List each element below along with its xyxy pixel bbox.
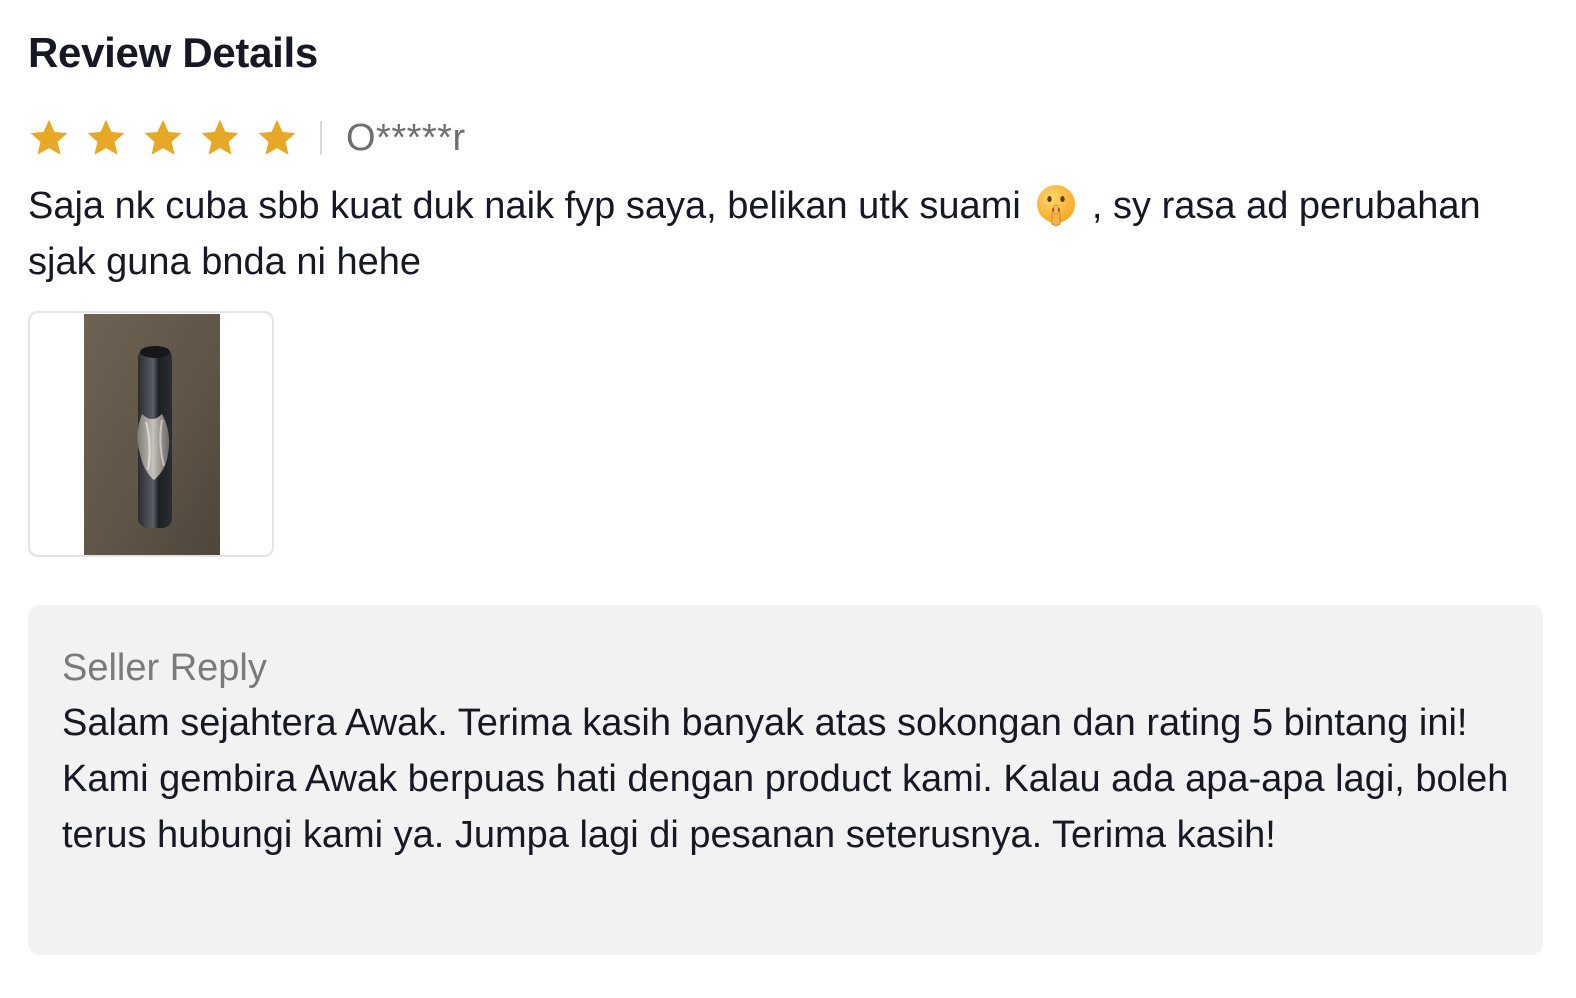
reviewer-name: O*****r [346, 117, 466, 159]
star-rating [28, 117, 298, 159]
review-text-part-1: Saja nk cuba sbb kuat duk naik fyp saya,… [28, 185, 1021, 227]
review-text: Saja nk cuba sbb kuat duk naik fyp saya,… [28, 178, 1528, 290]
star-icon [30, 119, 68, 155]
rating-row: O*****r [28, 112, 466, 164]
seller-reply-box: Seller Reply Salam sejahtera Awak. Terim… [28, 605, 1543, 955]
seller-reply-label: Seller Reply [62, 647, 267, 689]
rating-divider [320, 121, 322, 155]
star-icon [201, 119, 239, 155]
product-photo-icon [84, 314, 220, 555]
star-icon [87, 119, 125, 155]
star-icon [258, 119, 296, 155]
shushing-face-emoji-icon [1037, 185, 1076, 226]
star-icon [144, 119, 182, 155]
review-photo-thumbnail[interactable] [28, 311, 274, 557]
page-title: Review Details [28, 29, 318, 76]
seller-reply-text: Salam sejahtera Awak. Terima kasih banya… [62, 702, 1509, 856]
